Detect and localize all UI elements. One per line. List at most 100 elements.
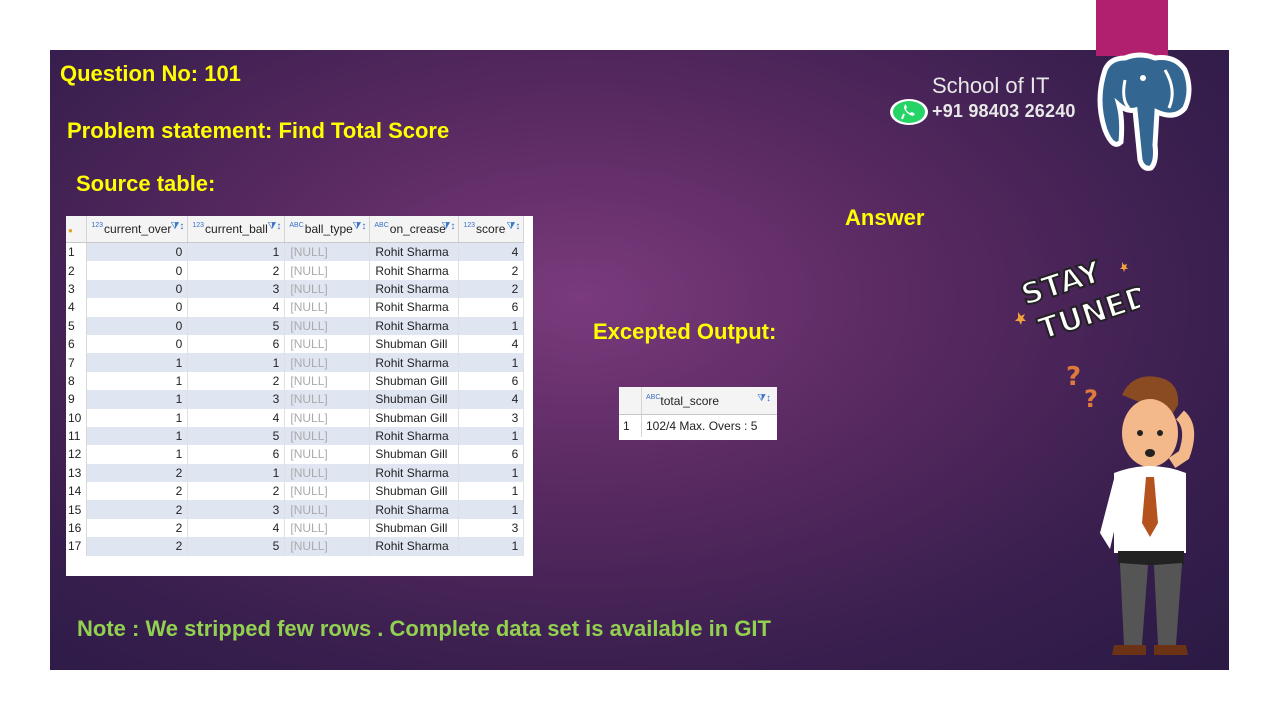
current-over-cell[interactable]: 1 (86, 408, 189, 427)
table-row[interactable]: 9 1 3 [NULL] Shubman Gill 4 (66, 390, 525, 409)
score-cell[interactable]: 1 (458, 316, 525, 335)
ball-type-cell[interactable]: [NULL] (284, 463, 371, 483)
on-crease-cell[interactable]: Shubman Gill (369, 390, 460, 409)
current-ball-cell[interactable]: 3 (187, 279, 286, 299)
table-row[interactable]: 2 0 2 [NULL] Rohit Sharma 2 (66, 261, 525, 280)
on-crease-cell[interactable]: Rohit Sharma (369, 353, 460, 372)
score-cell[interactable]: 3 (458, 408, 525, 427)
ball-type-cell[interactable]: [NULL] (284, 242, 371, 262)
table-row[interactable]: 6 0 6 [NULL] Shubman Gill 4 (66, 334, 525, 354)
ball-type-cell[interactable]: [NULL] (284, 353, 371, 372)
ball-type-cell[interactable]: [NULL] (284, 334, 371, 354)
current-ball-cell[interactable]: 2 (187, 261, 286, 280)
on-crease-cell[interactable]: Shubman Gill (369, 482, 460, 501)
table-row[interactable]: 5 0 5 [NULL] Rohit Sharma 1 (66, 316, 525, 335)
col-current-ball[interactable]: 123current_ball ⧩↕ (187, 216, 286, 243)
score-cell[interactable]: 2 (458, 261, 525, 280)
on-crease-cell[interactable]: Rohit Sharma (369, 537, 460, 556)
current-ball-cell[interactable]: 3 (187, 390, 286, 409)
on-crease-cell[interactable]: Shubman Gill (369, 408, 460, 427)
col-on-crease[interactable]: ABCon_crease ⧩↕ (369, 216, 460, 243)
on-crease-cell[interactable]: Rohit Sharma (369, 426, 460, 446)
score-cell[interactable]: 1 (458, 463, 525, 483)
current-over-cell[interactable]: 2 (86, 500, 189, 519)
ball-type-cell[interactable]: [NULL] (284, 316, 371, 335)
current-over-cell[interactable]: 2 (86, 463, 189, 483)
table-row[interactable]: 10 1 4 [NULL] Shubman Gill 3 (66, 408, 525, 427)
current-over-cell[interactable]: 0 (86, 334, 189, 354)
table-row[interactable]: 7 1 1 [NULL] Rohit Sharma 1 (66, 353, 525, 372)
current-ball-cell[interactable]: 5 (187, 537, 286, 556)
current-over-cell[interactable]: 2 (86, 537, 189, 556)
current-over-cell[interactable]: 0 (86, 261, 189, 280)
current-over-cell[interactable]: 1 (86, 390, 189, 409)
ball-type-cell[interactable]: [NULL] (284, 445, 371, 464)
current-ball-cell[interactable]: 2 (187, 371, 286, 391)
col-total-score[interactable]: ABCtotal_score ⧩↕ (641, 387, 777, 415)
table-row[interactable]: 12 1 6 [NULL] Shubman Gill 6 (66, 445, 525, 464)
table-row[interactable]: 1 0 1 [NULL] Rohit Sharma 4 (66, 242, 525, 262)
ball-type-cell[interactable]: [NULL] (284, 371, 371, 391)
filter-sort-icon[interactable]: ⧩↕ (757, 393, 771, 404)
ball-type-cell[interactable]: [NULL] (284, 518, 371, 538)
table-row[interactable]: 3 0 3 [NULL] Rohit Sharma 2 (66, 279, 525, 299)
ball-type-cell[interactable]: [NULL] (284, 261, 371, 280)
current-over-cell[interactable]: 0 (86, 242, 189, 262)
current-ball-cell[interactable]: 4 (187, 408, 286, 427)
table-row[interactable]: 16 2 4 [NULL] Shubman Gill 3 (66, 518, 525, 538)
filter-sort-icon[interactable]: ⧩↕ (170, 221, 184, 232)
on-crease-cell[interactable]: Shubman Gill (369, 445, 460, 464)
current-ball-cell[interactable]: 1 (187, 242, 286, 262)
score-cell[interactable]: 6 (458, 298, 525, 317)
score-cell[interactable]: 4 (458, 242, 525, 262)
table-row[interactable]: 14 2 2 [NULL] Shubman Gill 1 (66, 482, 525, 501)
table-row[interactable]: 11 1 5 [NULL] Rohit Sharma 1 (66, 426, 525, 446)
current-over-cell[interactable]: 1 (86, 371, 189, 391)
table-row[interactable]: 13 2 1 [NULL] Rohit Sharma 1 (66, 463, 525, 483)
col-current-over[interactable]: 123current_over ⧩↕ (86, 216, 189, 243)
col-score[interactable]: 123score ⧩↕ (458, 216, 525, 243)
score-cell[interactable]: 1 (458, 482, 525, 501)
on-crease-cell[interactable]: Rohit Sharma (369, 279, 460, 299)
ball-type-cell[interactable]: [NULL] (284, 279, 371, 299)
current-ball-cell[interactable]: 2 (187, 482, 286, 501)
current-ball-cell[interactable]: 1 (187, 353, 286, 372)
on-crease-cell[interactable]: Rohit Sharma (369, 261, 460, 280)
ball-type-cell[interactable]: [NULL] (284, 298, 371, 317)
ball-type-cell[interactable]: [NULL] (284, 500, 371, 519)
on-crease-cell[interactable]: Shubman Gill (369, 371, 460, 391)
table-row[interactable]: 1 102/4 Max. Overs : 5 (619, 414, 778, 438)
on-crease-cell[interactable]: Shubman Gill (369, 518, 460, 538)
table-row[interactable]: 17 2 5 [NULL] Rohit Sharma 1 (66, 537, 525, 556)
score-cell[interactable]: 1 (458, 353, 525, 372)
on-crease-cell[interactable]: Shubman Gill (369, 334, 460, 354)
on-crease-cell[interactable]: Rohit Sharma (369, 463, 460, 483)
current-ball-cell[interactable]: 5 (187, 316, 286, 335)
ball-type-cell[interactable]: [NULL] (284, 426, 371, 446)
score-cell[interactable]: 4 (458, 390, 525, 409)
current-over-cell[interactable]: 2 (86, 518, 189, 538)
total-score-cell[interactable]: 102/4 Max. Overs : 5 (642, 415, 778, 438)
current-over-cell[interactable]: 1 (86, 426, 189, 446)
current-over-cell[interactable]: 0 (86, 279, 189, 299)
filter-sort-icon[interactable]: ⧩↕ (352, 221, 366, 232)
score-cell[interactable]: 4 (458, 334, 525, 354)
table-row[interactable]: 8 1 2 [NULL] Shubman Gill 6 (66, 371, 525, 391)
filter-sort-icon[interactable]: ⧩↕ (267, 221, 281, 232)
filter-sort-icon[interactable]: ⧩↕ (506, 221, 520, 232)
ball-type-cell[interactable]: [NULL] (284, 390, 371, 409)
current-ball-cell[interactable]: 4 (187, 298, 286, 317)
table-row[interactable]: 4 0 4 [NULL] Rohit Sharma 6 (66, 298, 525, 317)
col-ball-type[interactable]: ABCball_type ⧩↕ (284, 216, 371, 243)
current-over-cell[interactable]: 2 (86, 482, 189, 501)
score-cell[interactable]: 1 (458, 426, 525, 446)
current-ball-cell[interactable]: 6 (187, 334, 286, 354)
current-over-cell[interactable]: 0 (86, 316, 189, 335)
current-over-cell[interactable]: 0 (86, 298, 189, 317)
score-cell[interactable]: 6 (458, 371, 525, 391)
ball-type-cell[interactable]: [NULL] (284, 482, 371, 501)
ball-type-cell[interactable]: [NULL] (284, 408, 371, 427)
on-crease-cell[interactable]: Rohit Sharma (369, 298, 460, 317)
current-over-cell[interactable]: 1 (86, 353, 189, 372)
current-ball-cell[interactable]: 6 (187, 445, 286, 464)
